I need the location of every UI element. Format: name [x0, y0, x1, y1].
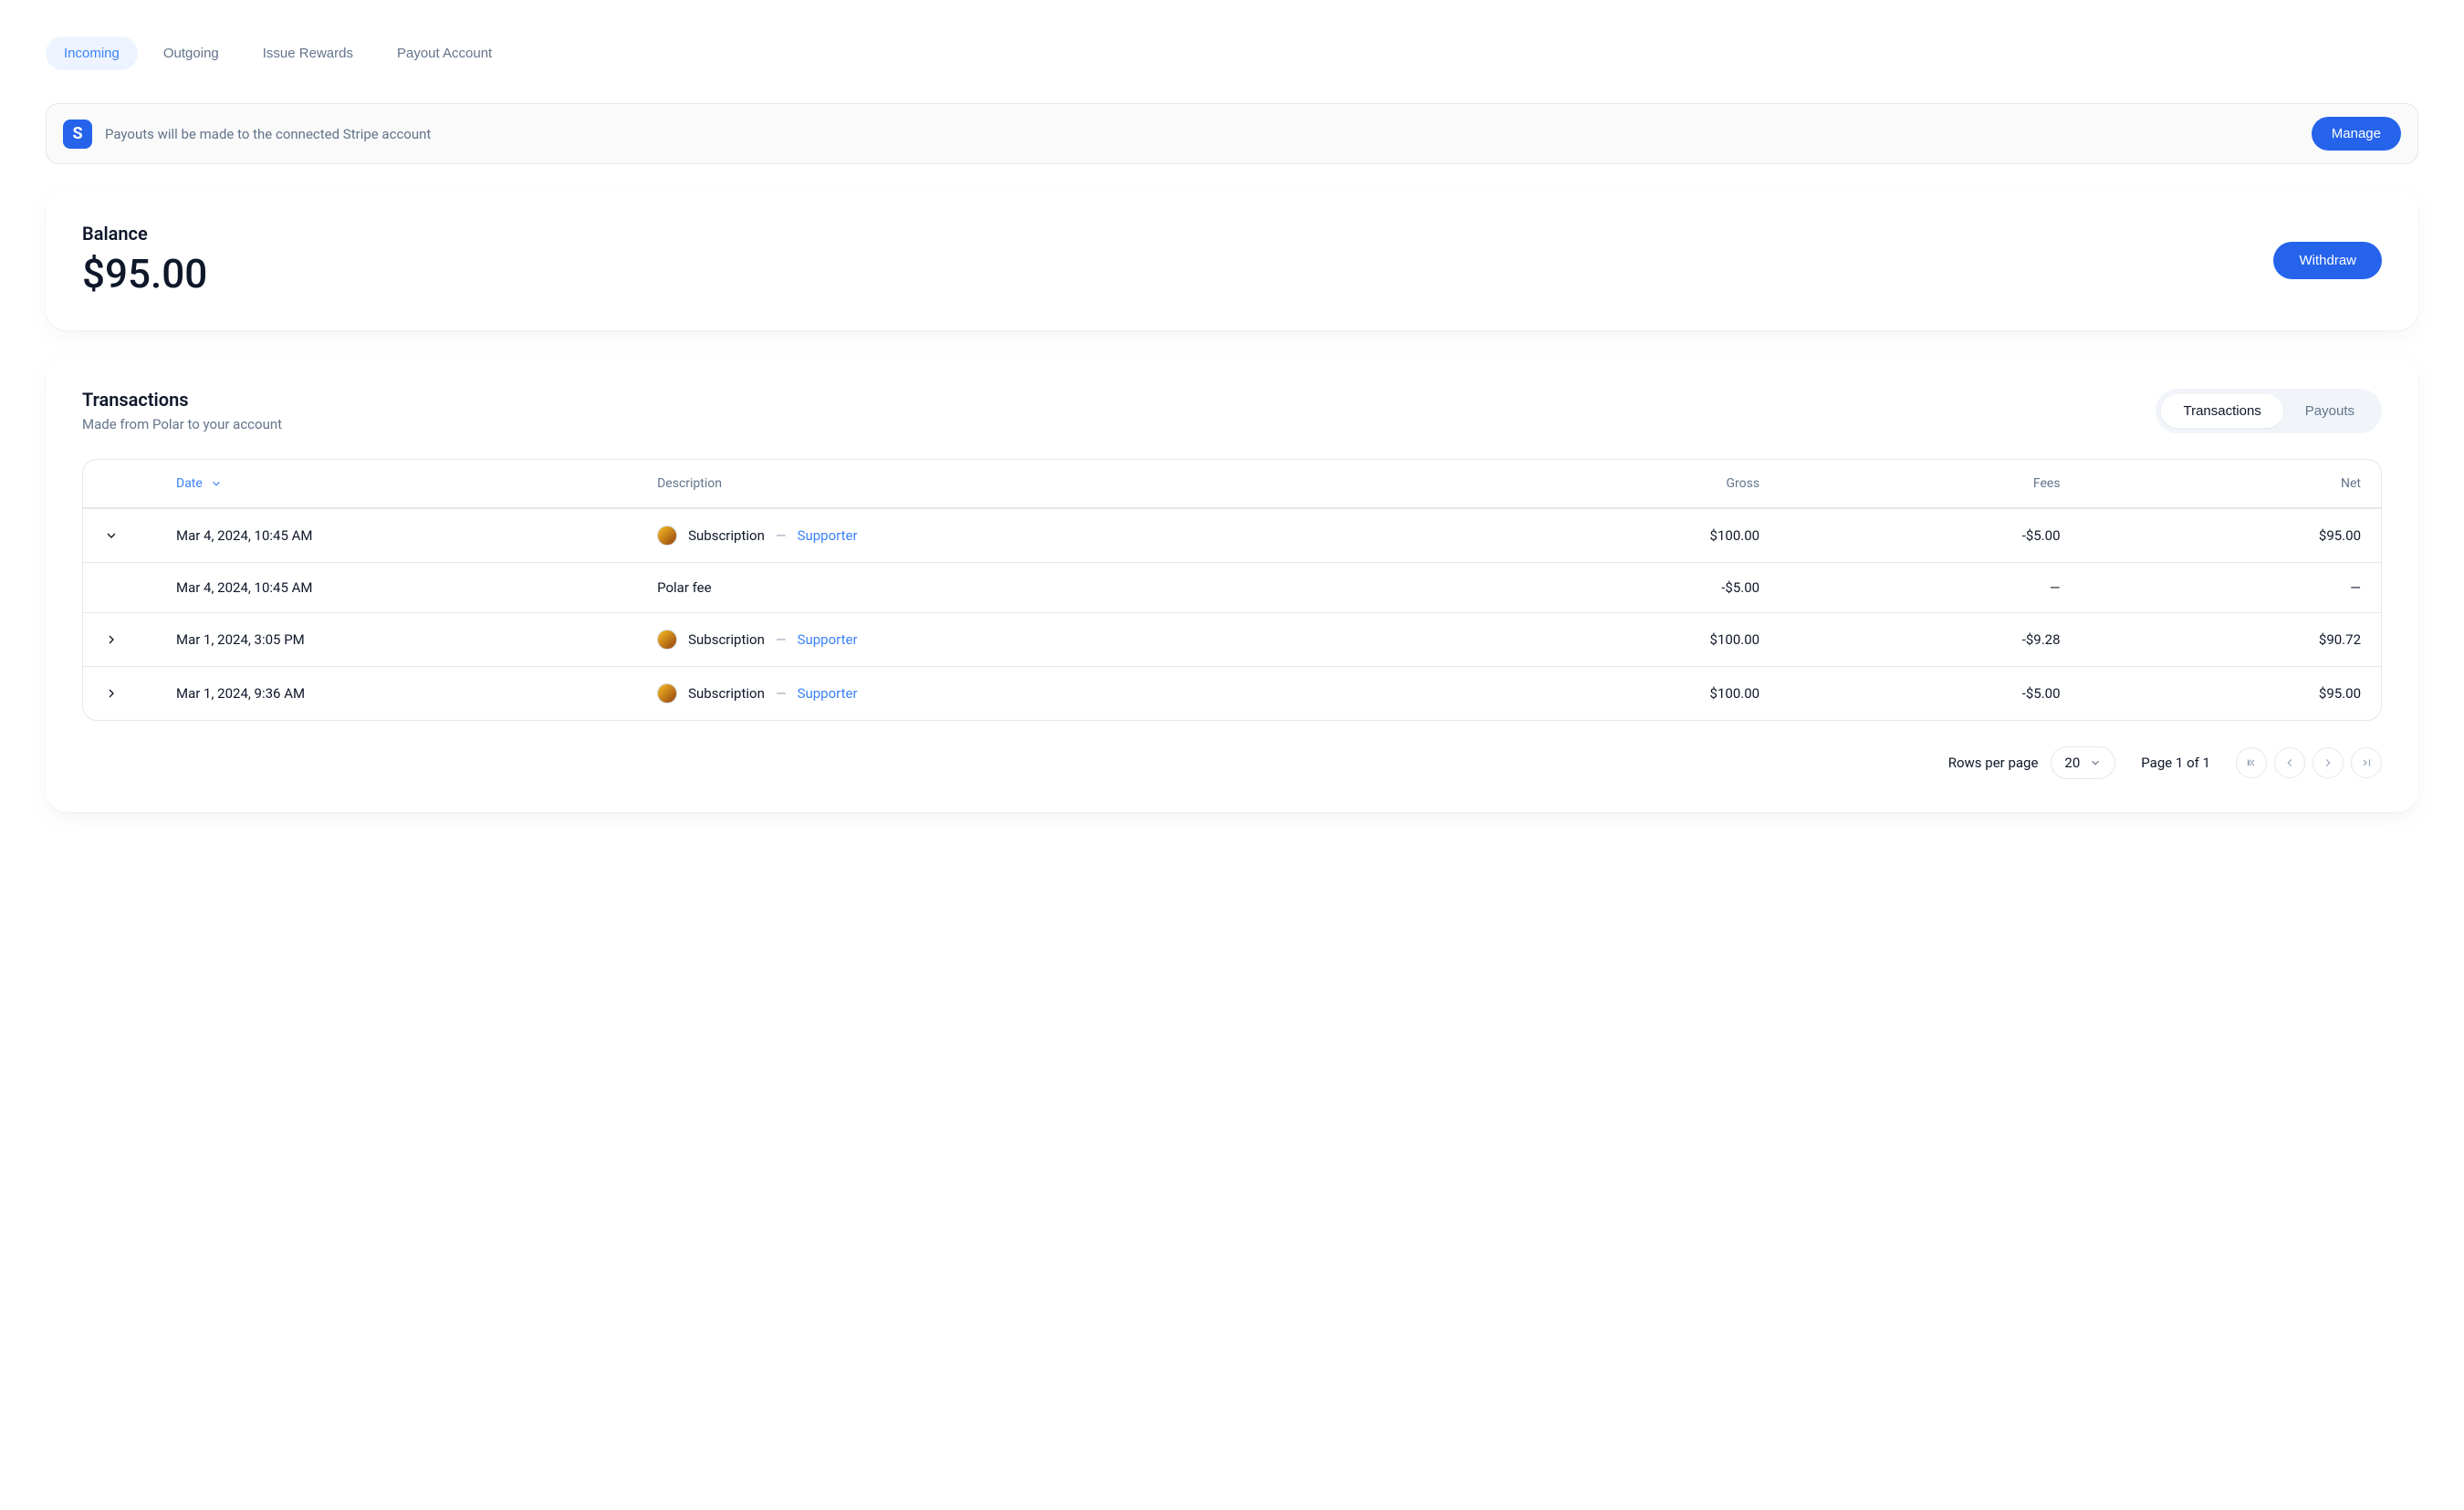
page-status: Page 1 of 1: [2141, 755, 2210, 771]
avatar: [657, 630, 677, 650]
transactions-table: Date Description Gross Fees Net Mar 4, 2…: [82, 459, 2382, 721]
desc-link[interactable]: Supporter: [798, 527, 858, 544]
balance-amount: $95.00: [82, 250, 207, 297]
nav-tabs: Incoming Outgoing Issue Rewards Payout A…: [46, 36, 2418, 70]
column-net: Net: [2061, 476, 2361, 491]
cell-gross: -$5.00: [1459, 579, 1759, 596]
pagination: Rows per page 20 Page 1 of 1: [82, 746, 2382, 779]
desc-separator: —: [776, 631, 787, 648]
column-date[interactable]: Date: [176, 476, 657, 491]
payout-banner: S Payouts will be made to the connected …: [46, 103, 2418, 164]
nav-tab-outgoing[interactable]: Outgoing: [145, 36, 237, 70]
nav-tab-incoming[interactable]: Incoming: [46, 36, 138, 70]
cell-net: $95.00: [2061, 527, 2361, 544]
desc-link[interactable]: Supporter: [798, 685, 858, 702]
stripe-icon: S: [63, 120, 92, 149]
desc-type: Polar fee: [657, 579, 711, 596]
chevron-last-icon: [2360, 756, 2373, 769]
column-description: Description: [657, 476, 1459, 491]
cell-description: Subscription — Supporter: [657, 630, 1459, 650]
withdraw-button[interactable]: Withdraw: [2273, 242, 2382, 279]
segment-payouts[interactable]: Payouts: [2283, 394, 2376, 428]
page-next-button[interactable]: [2313, 747, 2344, 778]
transactions-segment: Transactions Payouts: [2156, 389, 2382, 433]
table-row: Mar 1, 2024, 3:05 PM Subscription — Supp…: [83, 612, 2381, 666]
balance-label: Balance: [82, 223, 207, 245]
chevron-right-icon: [2322, 756, 2334, 769]
cell-net: $95.00: [2061, 685, 2361, 702]
desc-type: Subscription: [688, 685, 765, 702]
rows-per-page-label: Rows per page: [1948, 755, 2039, 771]
cell-description: Subscription — Supporter: [657, 526, 1459, 546]
desc-separator: —: [776, 527, 787, 544]
column-fees: Fees: [1759, 476, 2060, 491]
transactions-card: Transactions Made from Polar to your acc…: [46, 356, 2418, 812]
page-last-button[interactable]: [2351, 747, 2382, 778]
balance-card: Balance $95.00 Withdraw: [46, 190, 2418, 330]
page-first-button[interactable]: [2236, 747, 2267, 778]
page-prev-button[interactable]: [2274, 747, 2305, 778]
cell-net: —: [2061, 579, 2361, 596]
chevron-down-icon: [210, 477, 223, 490]
avatar: [657, 526, 677, 546]
desc-type: Subscription: [688, 631, 765, 648]
expand-toggle[interactable]: [103, 685, 120, 702]
chevron-right-icon: [104, 632, 119, 647]
chevron-down-icon: [104, 528, 119, 543]
banner-text: Payouts will be made to the connected St…: [105, 126, 2312, 142]
desc-type: Subscription: [688, 527, 765, 544]
chevron-down-icon: [2089, 756, 2102, 769]
table-header: Date Description Gross Fees Net: [83, 460, 2381, 508]
table-row: Mar 4, 2024, 10:45 AM Polar fee -$5.00 —…: [83, 562, 2381, 612]
expand-toggle[interactable]: [103, 527, 120, 544]
cell-fees: —: [1759, 579, 2060, 596]
cell-description: Subscription — Supporter: [657, 683, 1459, 703]
chevron-left-icon: [2283, 756, 2296, 769]
cell-fees: -$9.28: [1759, 631, 2060, 648]
cell-fees: -$5.00: [1759, 685, 2060, 702]
nav-tab-payout-account[interactable]: Payout Account: [379, 36, 510, 70]
column-gross: Gross: [1459, 476, 1759, 491]
desc-separator: —: [776, 685, 787, 702]
cell-fees: -$5.00: [1759, 527, 2060, 544]
cell-net: $90.72: [2061, 631, 2361, 648]
cell-gross: $100.00: [1459, 527, 1759, 544]
table-row: Mar 4, 2024, 10:45 AM Subscription — Sup…: [83, 508, 2381, 562]
nav-tab-issue-rewards[interactable]: Issue Rewards: [245, 36, 371, 70]
chevron-right-icon: [104, 686, 119, 701]
transactions-title: Transactions: [82, 389, 282, 411]
cell-gross: $100.00: [1459, 631, 1759, 648]
avatar: [657, 683, 677, 703]
cell-gross: $100.00: [1459, 685, 1759, 702]
cell-date: Mar 4, 2024, 10:45 AM: [176, 527, 657, 544]
cell-description: Polar fee: [657, 579, 1459, 596]
rows-per-page-select[interactable]: 20: [2051, 746, 2115, 779]
manage-button[interactable]: Manage: [2312, 117, 2401, 151]
segment-transactions[interactable]: Transactions: [2161, 394, 2282, 428]
expand-toggle[interactable]: [103, 631, 120, 648]
table-row: Mar 1, 2024, 9:36 AM Subscription — Supp…: [83, 666, 2381, 720]
desc-link[interactable]: Supporter: [798, 631, 858, 648]
cell-date: Mar 1, 2024, 3:05 PM: [176, 631, 657, 648]
cell-date: Mar 4, 2024, 10:45 AM: [176, 579, 657, 596]
cell-date: Mar 1, 2024, 9:36 AM: [176, 685, 657, 702]
transactions-subtitle: Made from Polar to your account: [82, 416, 282, 432]
